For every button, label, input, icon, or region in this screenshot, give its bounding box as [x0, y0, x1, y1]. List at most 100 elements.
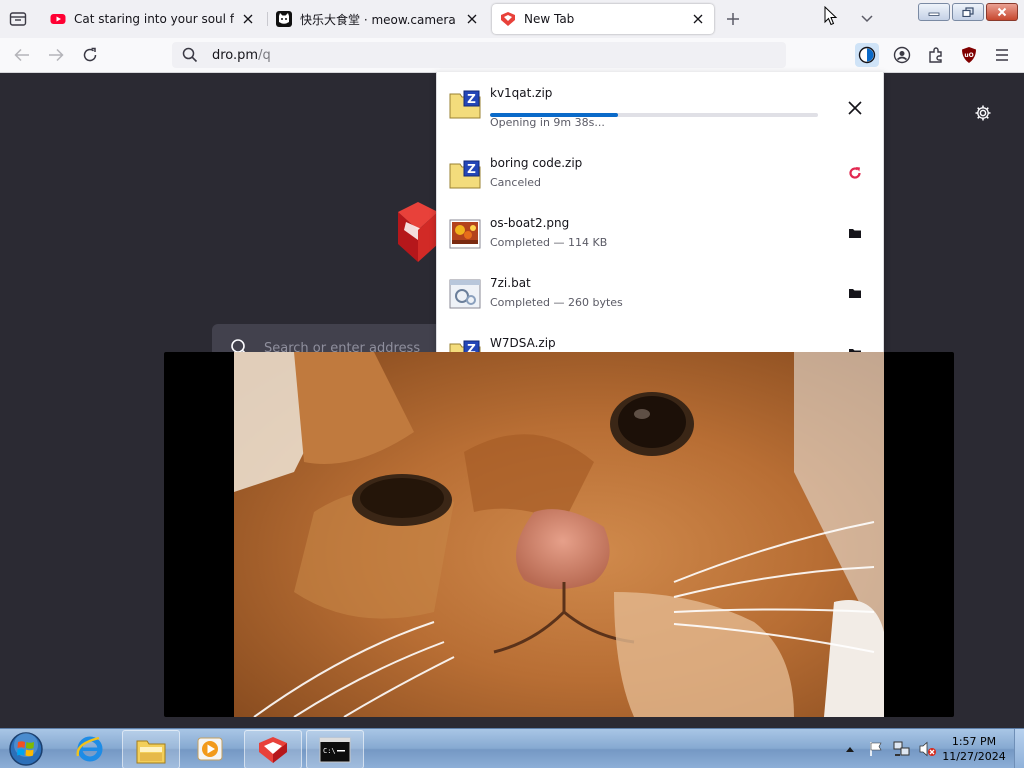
download-status: Opening in 9m 38s... — [490, 116, 605, 129]
url-text: dro.pm/q — [212, 48, 271, 63]
tab-meow-camera[interactable]: 快乐大食堂 · meow.camera — [268, 4, 488, 34]
shield-icon: uO — [962, 47, 976, 63]
forward-arrow-icon — [49, 48, 64, 62]
svg-text:Z: Z — [467, 92, 476, 106]
close-tab-icon[interactable] — [690, 11, 706, 27]
zip-archive-icon: Z — [449, 340, 481, 352]
back-button[interactable] — [10, 43, 34, 67]
download-item[interactable]: os-boat2.png Completed — 114 KB — [437, 212, 883, 268]
action-center-icon[interactable] — [866, 739, 886, 759]
navigation-toolbar: dro.pm/q uO — [0, 38, 1024, 73]
account-icon — [893, 46, 911, 64]
show-hidden-icons-button[interactable] — [840, 739, 860, 759]
tab-title: Cat staring into your soul for 1 — [74, 12, 234, 26]
file-explorer-icon — [136, 740, 166, 763]
taskbar-internet-explorer[interactable] — [62, 730, 118, 767]
taskbar-browser[interactable] — [244, 730, 302, 768]
video-player[interactable] — [164, 352, 954, 717]
download-filename: kv1qat.zip — [490, 86, 553, 100]
back-arrow-icon — [14, 48, 29, 62]
ublock-origin-button[interactable]: uO — [957, 43, 981, 67]
svg-text:Z: Z — [467, 162, 476, 176]
download-filename: boring code.zip — [490, 156, 583, 170]
download-status: Canceled — [490, 176, 542, 189]
gear-icon — [975, 105, 991, 121]
page-search-box[interactable]: Search or enter address — [212, 324, 452, 352]
download-filename: W7DSA.zip — [490, 336, 556, 350]
address-bar[interactable]: dro.pm/q — [172, 42, 786, 68]
extensions-button[interactable] — [924, 43, 948, 67]
restore-button[interactable] — [952, 3, 984, 21]
svg-text:uO: uO — [964, 52, 973, 59]
folder-icon — [849, 289, 861, 298]
youtube-icon — [50, 14, 66, 24]
close-tab-icon[interactable] — [464, 11, 480, 27]
start-button[interactable] — [4, 731, 48, 767]
taskbar-file-explorer[interactable] — [122, 730, 180, 768]
download-item[interactable]: Z W7DSA.zip — [437, 332, 883, 352]
svg-text:C:\: C:\ — [323, 747, 336, 755]
forward-button[interactable] — [44, 43, 68, 67]
mouse-cursor-icon — [824, 6, 838, 26]
tab-title: New Tab — [524, 12, 575, 26]
tab-youtube[interactable]: Cat staring into your soul for 1 — [42, 4, 264, 34]
chevron-down-icon — [861, 15, 873, 23]
download-item[interactable]: Z boring code.zip Canceled — [437, 152, 883, 208]
browser-logo-icon — [501, 12, 515, 26]
chevron-up-icon — [846, 747, 854, 752]
show-in-folder-button[interactable] — [843, 221, 867, 245]
tab-new-tab[interactable]: New Tab — [492, 4, 714, 34]
account-button[interactable] — [890, 43, 914, 67]
cat-face-icon — [276, 11, 292, 27]
terminal-icon: C:\ — [319, 737, 351, 762]
window-controls — [918, 3, 1018, 21]
taskbar-command-prompt[interactable]: C:\ — [306, 730, 364, 768]
search-icon — [231, 339, 246, 352]
flag-icon — [870, 742, 882, 756]
taskbar-media-player[interactable] — [182, 730, 238, 767]
retry-download-button[interactable] — [843, 161, 867, 185]
url-path: /q — [258, 47, 271, 63]
hamburger-menu-icon — [996, 49, 1008, 61]
show-desktop-button[interactable] — [1014, 729, 1024, 768]
image-file-icon — [449, 219, 481, 249]
windows-taskbar: C:\ 1:57 PM 11/27/2024 — [0, 728, 1024, 768]
reload-button[interactable] — [78, 43, 102, 67]
download-item[interactable]: Z kv1qat.zip Opening in 9m 38s... — [437, 80, 883, 136]
minimize-button[interactable] — [918, 3, 950, 21]
volume-muted-icon[interactable] — [918, 739, 938, 759]
internet-explorer-icon — [76, 736, 103, 761]
batch-file-icon — [449, 279, 481, 309]
search-icon — [180, 45, 200, 65]
download-status: Completed — 114 KB — [490, 236, 608, 249]
close-window-button[interactable] — [986, 3, 1018, 21]
new-tab-settings-button[interactable] — [972, 102, 994, 124]
folder-icon — [849, 229, 861, 238]
reload-icon — [83, 47, 97, 62]
cancel-download-button[interactable] — [843, 96, 867, 120]
show-in-folder-button[interactable] — [843, 341, 867, 352]
page-search-placeholder: Search or enter address — [264, 341, 421, 352]
tab-tray-icon — [9, 12, 27, 26]
url-host: dro.pm — [212, 47, 259, 63]
svg-text:Z: Z — [467, 342, 476, 352]
network-icon — [893, 741, 910, 756]
list-all-tabs-button[interactable] — [856, 8, 878, 30]
system-clock[interactable]: 1:57 PM 11/27/2024 — [938, 734, 1010, 764]
retry-icon — [849, 167, 861, 179]
speaker-muted-icon — [919, 741, 936, 757]
show-in-folder-button[interactable] — [843, 281, 867, 305]
minimize-icon — [928, 12, 940, 16]
puzzle-icon — [929, 47, 942, 63]
downloads-button[interactable] — [855, 43, 879, 67]
browser-logo-icon — [259, 736, 287, 763]
browser-logo-icon — [398, 202, 438, 262]
app-menu-button[interactable] — [990, 43, 1014, 67]
close-tab-icon[interactable] — [240, 11, 256, 27]
plus-icon — [727, 13, 739, 25]
downloads-panel: Z kv1qat.zip Opening in 9m 38s... Z bori… — [436, 72, 884, 352]
network-icon[interactable] — [892, 739, 912, 759]
download-item[interactable]: 7zi.bat Completed — 260 bytes — [437, 272, 883, 328]
new-tab-button[interactable] — [722, 8, 744, 30]
firefox-view-button[interactable] — [6, 7, 30, 31]
